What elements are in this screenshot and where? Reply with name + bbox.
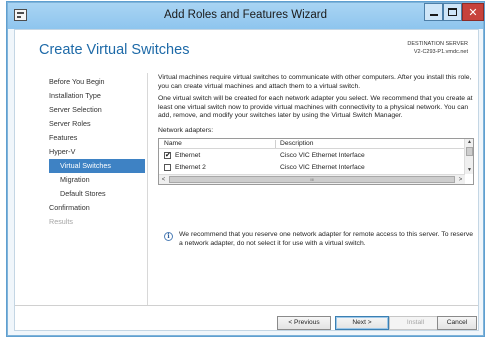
intro-paragraph: Virtual machines require virtual switche… — [158, 74, 472, 90]
nav-item-server-roles[interactable]: Server Roles — [49, 117, 144, 131]
cancel-button[interactable]: Cancel — [437, 316, 477, 330]
wizard-window: Add Roles and Features Wizard ✕ Create V… — [7, 2, 484, 336]
minimize-icon — [429, 14, 438, 16]
table-header: Name Description — [159, 139, 465, 149]
nav-item-server-selection[interactable]: Server Selection — [49, 103, 144, 117]
nav-item-migration[interactable]: Migration — [49, 173, 144, 187]
column-header-description[interactable]: Description — [280, 139, 313, 149]
close-button[interactable]: ✕ — [462, 3, 484, 21]
nav-item-hyper-v[interactable]: Hyper-V — [49, 145, 144, 159]
install-button: Install — [389, 316, 442, 330]
nav-item-results: Results — [49, 217, 73, 226]
close-icon: ✕ — [468, 6, 478, 19]
vertical-scrollbar[interactable]: ▲ ▼ — [464, 138, 473, 174]
minimize-button[interactable] — [424, 3, 443, 21]
nav-item-installation-type[interactable]: Installation Type — [49, 89, 144, 103]
page-title: Create Virtual Switches — [39, 42, 190, 58]
column-separator[interactable] — [275, 139, 276, 148]
scroll-up-icon[interactable]: ▲ — [466, 139, 473, 145]
switch-info-paragraph: One virtual switch will be created for e… — [158, 95, 473, 120]
adapter-description: Cisco VIC Ethernet Interface — [280, 151, 365, 159]
next-button[interactable]: Next > — [335, 316, 389, 330]
nav-item-virtual-switches[interactable]: Virtual Switches — [49, 159, 145, 173]
network-adapters-label: Network adapters: — [158, 126, 214, 134]
nav-item-before-you-begin[interactable]: Before You Begin — [49, 75, 144, 89]
title-bar[interactable]: Add Roles and Features Wizard ✕ — [8, 3, 484, 29]
reserve-adapter-note: i We recommend that you reserve one netw… — [158, 231, 476, 248]
maximize-button[interactable] — [443, 3, 462, 21]
destination-label: DESTINATION SERVER — [407, 41, 468, 47]
window-title: Add Roles and Features Wizard — [164, 9, 327, 21]
ethernet-2-checkbox[interactable] — [164, 163, 171, 171]
table-row[interactable]: Ethernet Cisco VIC Ethernet Interface — [159, 150, 465, 161]
info-text: We recommend that you reserve one networ… — [179, 231, 474, 247]
info-icon: i — [164, 232, 173, 241]
network-adapters-table[interactable]: Name Description Ethernet Cisco VIC Ethe… — [158, 137, 474, 185]
horizontal-scrollbar[interactable]: < III > — [159, 173, 465, 184]
maximize-icon — [448, 8, 457, 16]
column-header-name[interactable]: Name — [164, 139, 182, 149]
horizontal-scroll-thumb[interactable]: III — [169, 175, 455, 183]
nav-item-features[interactable]: Features — [49, 131, 144, 145]
previous-button[interactable]: < Previous — [277, 316, 331, 330]
wizard-nav: Before You Begin Installation Type Serve… — [49, 75, 145, 229]
footer-divider — [15, 305, 478, 306]
scroll-left-icon[interactable]: < — [160, 176, 167, 184]
vertical-scroll-thumb[interactable] — [466, 146, 473, 156]
adapter-name: Ethernet 2 — [175, 163, 206, 171]
destination-server-info: DESTINATION SERVER V2-C293-P1.vmdc.net — [407, 41, 468, 56]
scroll-right-icon[interactable]: > — [457, 176, 464, 184]
adapter-name: Ethernet — [175, 151, 201, 159]
wizard-client-area: Create Virtual Switches DESTINATION SERV… — [14, 29, 479, 331]
nav-divider — [147, 73, 148, 305]
nav-item-default-stores[interactable]: Default Stores — [49, 187, 144, 201]
nav-item-confirmation[interactable]: Confirmation — [49, 201, 144, 215]
ethernet-checkbox[interactable] — [164, 150, 171, 161]
destination-server-name: V2-C293-P1.vmdc.net — [413, 48, 468, 55]
scroll-down-icon[interactable]: ▼ — [466, 167, 473, 173]
table-row[interactable]: Ethernet 2 Cisco VIC Ethernet Interface — [159, 162, 465, 173]
main-content: Virtual machines require virtual switche… — [158, 74, 474, 185]
adapter-description: Cisco VIC Ethernet Interface — [280, 163, 365, 171]
